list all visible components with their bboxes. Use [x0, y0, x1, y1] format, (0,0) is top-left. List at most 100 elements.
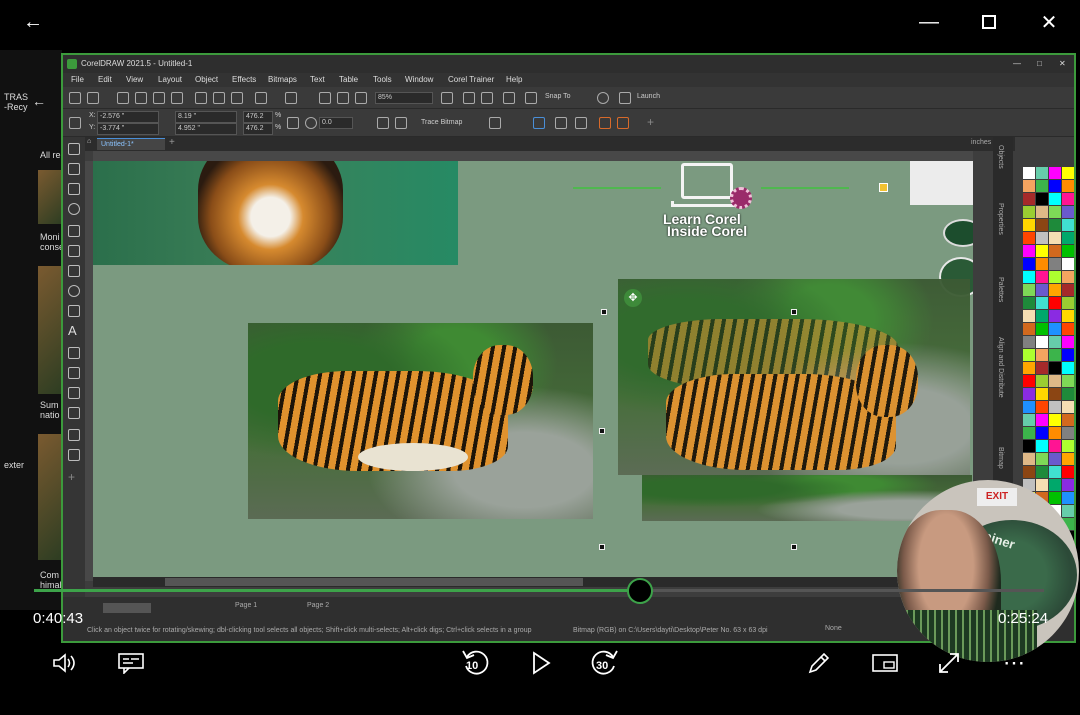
shadow-tool-icon[interactable] [68, 387, 80, 399]
print-icon[interactable] [171, 92, 183, 104]
origin-icon[interactable] [69, 117, 81, 129]
zoom-tool-icon[interactable] [68, 203, 80, 215]
palette-swatch[interactable] [1036, 245, 1048, 257]
palette-swatch[interactable] [1036, 388, 1048, 400]
paste-icon[interactable] [231, 92, 243, 104]
palette-swatch[interactable] [1062, 427, 1074, 439]
menu-edit[interactable]: Edit [98, 75, 112, 84]
palette-swatch[interactable] [1062, 232, 1074, 244]
palette-swatch[interactable] [1049, 401, 1061, 413]
options-gear-icon[interactable] [597, 92, 609, 104]
home-tab-icon[interactable]: ⌂ [87, 138, 91, 145]
fullscreen-icon[interactable] [932, 646, 966, 680]
undo-icon[interactable] [255, 92, 267, 104]
trace-bitmap-button[interactable]: Trace Bitmap [421, 119, 462, 126]
launch-button[interactable]: Launch [637, 93, 660, 100]
grid-icon[interactable] [481, 92, 493, 104]
play-icon[interactable] [524, 646, 558, 680]
pdf-icon[interactable] [355, 92, 367, 104]
palette-swatch[interactable] [1036, 479, 1048, 491]
palette-swatch[interactable] [1036, 401, 1048, 413]
badge-logo-1[interactable] [943, 219, 973, 247]
palette-swatch[interactable] [1023, 258, 1035, 270]
palette-swatch[interactable] [1062, 375, 1074, 387]
palette-swatch[interactable] [1062, 271, 1074, 283]
palette-swatch[interactable] [1036, 414, 1048, 426]
menu-bitmaps[interactable]: Bitmaps [268, 75, 297, 84]
drawing-canvas[interactable]: Learn Corel Inside Corel ✥ [93, 161, 973, 577]
menu-help[interactable]: Help [506, 75, 522, 84]
fill-tool-icon[interactable] [68, 449, 80, 461]
palette-swatch[interactable] [1023, 310, 1035, 322]
palette-swatch[interactable] [1062, 453, 1074, 465]
launch-icon[interactable] [619, 92, 631, 104]
captions-icon[interactable] [114, 646, 148, 680]
selection-handle[interactable] [791, 544, 797, 550]
palette-swatch[interactable] [1036, 297, 1048, 309]
small-swatch-icon[interactable] [879, 183, 888, 192]
palette-swatch[interactable] [1062, 310, 1074, 322]
back-arrow-icon[interactable]: ← [18, 8, 48, 36]
lock-ratio-icon[interactable] [287, 117, 299, 129]
palette-swatch[interactable] [1036, 310, 1048, 322]
palette-swatch[interactable] [1023, 180, 1035, 192]
rotation-field[interactable]: 0.0 [319, 117, 353, 129]
palette-swatch[interactable] [1036, 453, 1048, 465]
order-front-icon[interactable] [599, 117, 611, 129]
palette-swatch[interactable] [1062, 479, 1074, 491]
selection-handle[interactable] [601, 309, 607, 315]
import-icon[interactable] [319, 92, 331, 104]
corel-maximize-icon[interactable]: □ [1037, 59, 1042, 68]
pencil-icon[interactable] [802, 646, 836, 680]
palette-swatch[interactable] [1062, 284, 1074, 296]
docker-tab-align[interactable]: Align and Distribute [997, 337, 1004, 398]
copy-icon[interactable] [213, 92, 225, 104]
height-field[interactable]: 4.952 " [175, 123, 237, 135]
palette-swatch[interactable] [1023, 245, 1035, 257]
menu-table[interactable]: Table [339, 75, 358, 84]
crop-tool-icon[interactable] [68, 183, 80, 195]
palette-swatch[interactable] [1049, 232, 1061, 244]
palette-swatch[interactable] [1049, 349, 1061, 361]
corel-minimize-icon[interactable]: — [1013, 59, 1021, 68]
connector-tool-icon[interactable] [68, 367, 80, 379]
menu-text[interactable]: Text [310, 75, 325, 84]
menu-window[interactable]: Window [405, 75, 433, 84]
cut-icon[interactable] [195, 92, 207, 104]
miniview-icon[interactable] [868, 646, 902, 680]
palette-swatch[interactable] [1049, 310, 1061, 322]
rotate-icon[interactable] [305, 117, 317, 129]
fullscreen-preview-icon[interactable] [463, 92, 475, 104]
palette-swatch[interactable] [1023, 206, 1035, 218]
mirror-h-icon[interactable] [377, 117, 389, 129]
palette-swatch[interactable] [1023, 375, 1035, 387]
y-position-field[interactable]: -3.774 " [97, 123, 159, 135]
transparency-tool-icon[interactable] [68, 407, 80, 419]
x-position-field[interactable]: -2.576 " [97, 111, 159, 123]
open-icon[interactable] [87, 92, 99, 104]
corel-close-icon[interactable]: ✕ [1059, 59, 1066, 68]
palette-swatch[interactable] [1062, 414, 1074, 426]
palette-swatch[interactable] [1049, 206, 1061, 218]
new-tab-icon[interactable]: + [169, 137, 175, 148]
selection-handle[interactable] [599, 544, 605, 550]
docker-tab-bitmap[interactable]: Bitmap [997, 447, 1004, 469]
palette-swatch[interactable] [1049, 427, 1061, 439]
palette-swatch[interactable] [1062, 245, 1074, 257]
palette-swatch[interactable] [1023, 193, 1035, 205]
palette-swatch[interactable] [1049, 180, 1061, 192]
palette-swatch[interactable] [1023, 349, 1035, 361]
upload-icon[interactable] [153, 92, 165, 104]
palette-swatch[interactable] [1023, 219, 1035, 231]
move-handle-icon[interactable]: ✥ [624, 289, 642, 307]
document-tab[interactable]: Untitled-1* [97, 138, 165, 150]
selection-handle[interactable] [599, 428, 605, 434]
palette-swatch[interactable] [1023, 336, 1035, 348]
more-icon[interactable]: ⋯ [998, 646, 1032, 680]
page-2-tab[interactable]: Page 2 [307, 602, 329, 609]
palette-swatch[interactable] [1049, 466, 1061, 478]
tiger-photo-left[interactable] [248, 323, 593, 519]
polygon-tool-icon[interactable] [68, 305, 80, 317]
new-icon[interactable] [69, 92, 81, 104]
menu-layout[interactable]: Layout [158, 75, 182, 84]
